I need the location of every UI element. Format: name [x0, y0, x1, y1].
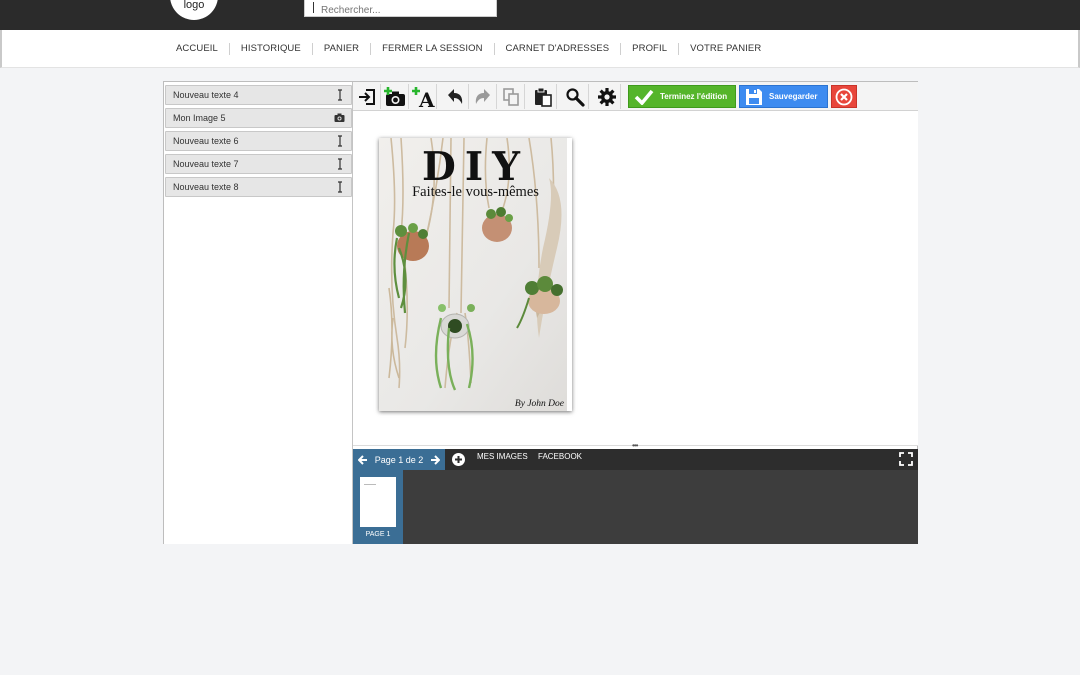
main-nav-bar: ACCUEIL HISTORIQUE PANIER FERMER LA SESS… [0, 30, 1080, 68]
add-text-icon: A [411, 86, 435, 108]
page-thumbnail-preview [360, 477, 396, 527]
text-cursor-icon [338, 158, 342, 170]
layer-label: Nouveau texte 6 [173, 136, 239, 146]
undo-icon [447, 88, 462, 104]
nav-historique[interactable]: HISTORIQUE [228, 43, 312, 55]
add-image-icon [383, 86, 405, 106]
close-editor-button[interactable] [831, 85, 857, 108]
logo-text: logo [183, 0, 205, 11]
nav-carnet-adresses[interactable]: CARNET D'ADRESSES [493, 43, 621, 55]
save-label: Sauvegarder [769, 92, 818, 101]
layer-item-text-8[interactable]: Nouveau texte 8 [165, 177, 352, 197]
layers-panel: Nouveau texte 4 Mon Image 5 Nouveau text… [164, 82, 353, 544]
layer-label: Nouveau texte 8 [173, 182, 239, 192]
page-thumbnail-label: PAGE 1 [365, 531, 391, 538]
undo-button[interactable] [441, 84, 469, 109]
svg-text:A: A [418, 88, 435, 108]
text-cursor-icon [338, 135, 342, 147]
layer-label: Mon Image 5 [173, 113, 226, 123]
close-icon [835, 88, 853, 105]
paste-icon [534, 87, 552, 107]
page-canvas[interactable]: DIY Faites-le vous-mêmes By John Doe [353, 111, 918, 445]
search-input[interactable] [305, 2, 496, 19]
copy-button[interactable] [497, 84, 525, 109]
paste-button[interactable] [529, 84, 557, 109]
editor-toolbar: A Terminez l'édition Sauvegarder [353, 82, 918, 111]
camera-icon [334, 113, 345, 122]
zoom-button[interactable] [561, 84, 589, 109]
exit-button[interactable] [353, 84, 381, 109]
page-thumbnails: PAGE 1 [353, 470, 918, 544]
search-caret [313, 2, 314, 13]
page-thumbnail-1[interactable]: PAGE 1 [353, 470, 403, 544]
save-button[interactable]: Sauvegarder [739, 85, 828, 108]
tab-mes-images[interactable]: MES IMAGES [477, 452, 528, 461]
arrow-left-icon[interactable] [357, 454, 368, 465]
cover-author[interactable]: By John Doe [515, 399, 564, 409]
page-navigator[interactable]: Page 1 de 2 [353, 449, 445, 470]
nav-fermer-la-session[interactable]: FERMER LA SESSION [370, 43, 493, 55]
fullscreen-icon[interactable] [899, 452, 913, 466]
arrow-right-icon[interactable] [430, 454, 441, 465]
book-cover[interactable]: DIY Faites-le vous-mêmes By John Doe [379, 138, 572, 411]
checkmark-icon [634, 89, 654, 105]
settings-icon [597, 87, 616, 106]
nav-votre-panier[interactable]: VOTRE PANIER [678, 43, 772, 55]
finish-editing-label: Terminez l'édition [660, 92, 728, 101]
logo[interactable]: logo [170, 0, 218, 20]
cover-subtitle[interactable]: Faites-le vous-mêmes [379, 184, 572, 201]
layer-label: Nouveau texte 4 [173, 90, 239, 100]
exit-icon [358, 88, 375, 105]
finish-editing-button[interactable]: Terminez l'édition [628, 85, 736, 108]
layer-item-text-4[interactable]: Nouveau texte 4 [165, 85, 352, 105]
text-cursor-icon [338, 89, 342, 101]
redo-icon [475, 88, 490, 104]
settings-button[interactable] [593, 84, 621, 109]
nav-profil[interactable]: PROFIL [620, 43, 678, 55]
add-page-icon[interactable] [452, 453, 465, 466]
book-editor: Nouveau texte 4 Mon Image 5 Nouveau text… [163, 81, 918, 544]
grip-icon: ••• [632, 441, 638, 450]
layer-label: Nouveau texte 7 [173, 159, 239, 169]
search-box[interactable] [304, 0, 497, 19]
top-header: logo [0, 0, 1080, 30]
add-text-button[interactable]: A [409, 84, 437, 109]
layer-item-text-7[interactable]: Nouveau texte 7 [165, 154, 352, 174]
page-indicator: Page 1 de 2 [374, 454, 424, 465]
main-nav: ACCUEIL HISTORIQUE PANIER FERMER LA SESS… [165, 30, 772, 68]
floppy-disk-icon [746, 88, 762, 105]
layer-item-text-6[interactable]: Nouveau texte 6 [165, 131, 352, 151]
nav-accueil[interactable]: ACCUEIL [165, 43, 229, 55]
add-image-button[interactable] [381, 84, 409, 109]
zoom-icon [565, 87, 585, 107]
tab-facebook[interactable]: FACEBOOK [538, 452, 582, 461]
layer-item-image-5[interactable]: Mon Image 5 [165, 108, 352, 128]
copy-icon [502, 87, 519, 106]
text-cursor-icon [338, 181, 342, 193]
nav-panier[interactable]: PANIER [311, 43, 370, 55]
redo-button[interactable] [469, 84, 497, 109]
pages-tab-bar: Page 1 de 2 MES IMAGES FACEBOOK [353, 449, 918, 470]
